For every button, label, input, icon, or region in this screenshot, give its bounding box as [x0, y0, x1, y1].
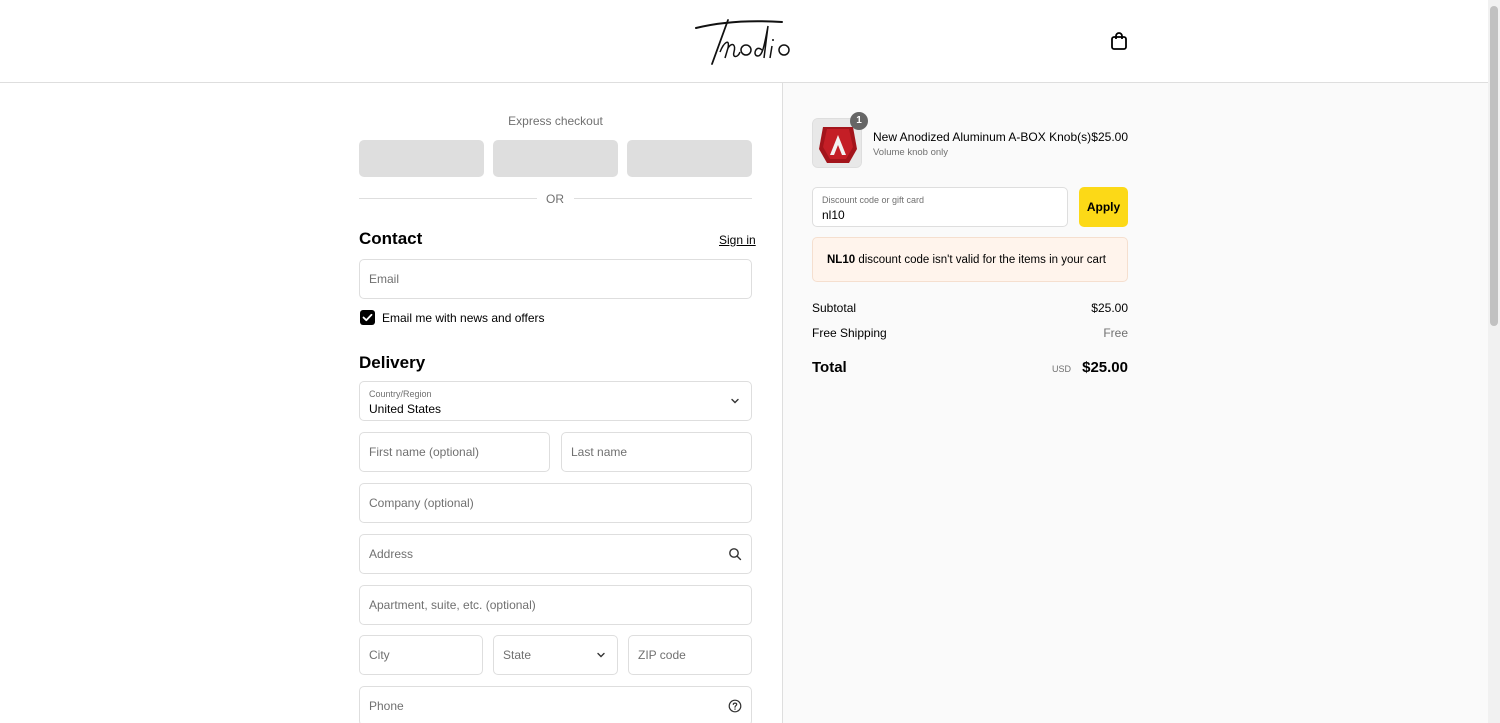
phone-placeholder: Phone	[369, 699, 404, 713]
discount-code-field[interactable]: Discount code or gift card nl10	[812, 187, 1068, 227]
express-checkout-title: Express checkout	[508, 114, 603, 128]
subtotal-value: $25.00	[1091, 301, 1128, 315]
apartment-field[interactable]: Apartment, suite, etc. (optional)	[359, 585, 752, 625]
country-label: Country/Region	[369, 389, 432, 399]
error-code: NL10	[827, 254, 856, 266]
discount-error-text: NL10 discount code isn't valid for the i…	[827, 254, 1106, 266]
quantity-badge: 1	[850, 112, 868, 130]
express-pay-button-1[interactable]	[359, 140, 484, 177]
header	[0, 0, 1488, 83]
last-name-placeholder: Last name	[571, 445, 628, 459]
scrollbar-thumb[interactable]	[1490, 6, 1498, 326]
apartment-placeholder: Apartment, suite, etc. (optional)	[369, 598, 536, 612]
apply-discount-button[interactable]: Apply	[1079, 187, 1128, 227]
first-name-field[interactable]: First name (optional)	[359, 432, 550, 472]
email-placeholder: Email	[369, 272, 400, 286]
phone-field[interactable]: Phone	[359, 686, 752, 723]
chevron-down-icon	[597, 652, 605, 658]
zip-field[interactable]: ZIP code	[628, 635, 752, 675]
email-field[interactable]: Email	[359, 259, 752, 299]
sign-in-link[interactable]: Sign in	[719, 233, 756, 247]
zip-placeholder: ZIP code	[638, 648, 686, 662]
shopping-bag-icon[interactable]	[1109, 31, 1129, 51]
discount-label: Discount code or gift card	[822, 195, 925, 205]
total-value: $25.00	[1082, 359, 1128, 376]
city-placeholder: City	[369, 648, 390, 662]
company-placeholder: Company (optional)	[369, 496, 474, 510]
express-pay-button-2[interactable]	[493, 140, 618, 177]
first-name-placeholder: First name (optional)	[369, 445, 480, 459]
product-variant: Volume knob only	[873, 147, 948, 158]
country-value: United States	[369, 402, 442, 416]
state-select[interactable]: State	[493, 635, 618, 675]
product-price: $25.00	[1091, 130, 1128, 144]
total-label: Total	[812, 359, 847, 376]
last-name-field[interactable]: Last name	[561, 432, 752, 472]
divider-right	[574, 198, 752, 199]
order-summary-panel	[782, 83, 1488, 723]
discount-value: nl10	[822, 208, 845, 222]
help-icon[interactable]	[728, 699, 742, 713]
newsletter-label: Email me with news and offers	[382, 311, 545, 325]
divider-left	[359, 198, 537, 199]
page-scrollbar[interactable]	[1488, 0, 1500, 723]
address-field[interactable]: Address	[359, 534, 752, 574]
shipping-label: Free Shipping	[812, 326, 887, 340]
error-message: discount code isn't valid for the items …	[855, 254, 1106, 266]
company-field[interactable]: Company (optional)	[359, 483, 752, 523]
search-icon[interactable]	[728, 547, 742, 561]
contact-title: Contact	[359, 229, 423, 248]
express-pay-button-3[interactable]	[627, 140, 752, 177]
state-placeholder: State	[503, 648, 532, 662]
discount-error-banner: NL10 discount code isn't valid for the i…	[812, 237, 1128, 282]
delivery-title: Delivery	[359, 353, 426, 372]
address-placeholder: Address	[369, 547, 414, 561]
newsletter-checkbox[interactable]	[360, 310, 375, 325]
shipping-value: Free	[1103, 326, 1128, 340]
subtotal-label: Subtotal	[812, 301, 857, 315]
city-field[interactable]: City	[359, 635, 483, 675]
checkmark-icon	[362, 313, 373, 322]
total-currency: USD	[1052, 364, 1072, 374]
or-label: OR	[546, 192, 564, 206]
chevron-down-icon	[731, 398, 739, 404]
product-name: New Anodized Aluminum A-BOX Knob(s)	[873, 130, 1092, 144]
country-select[interactable]: Country/Region United States	[359, 381, 752, 421]
thodio-logo[interactable]	[690, 12, 800, 70]
